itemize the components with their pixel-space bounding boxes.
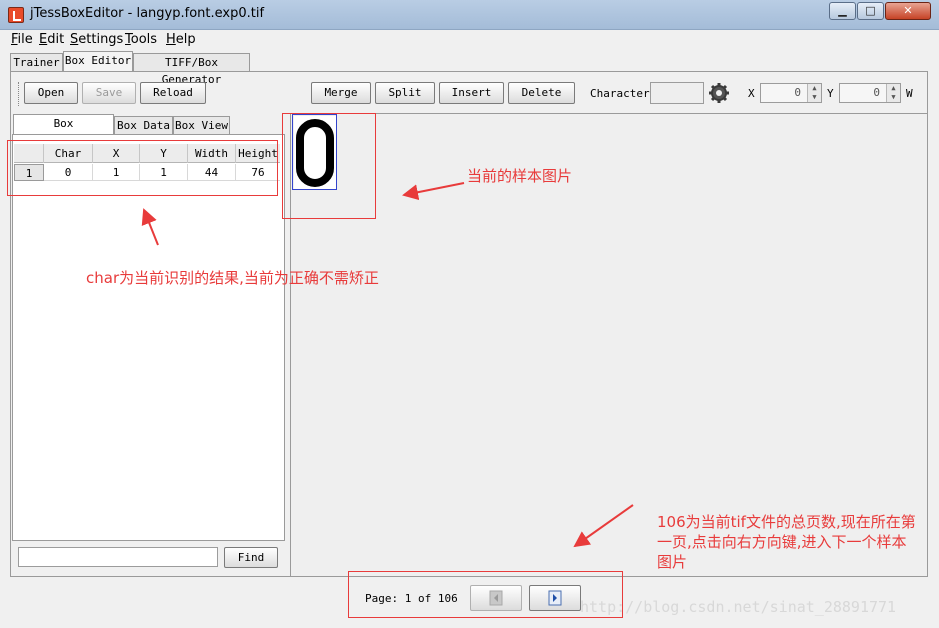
annotation-char-result: char为当前识别的结果,当前为正确不需矫正 [86,269,379,287]
arrow-to-table [141,208,159,246]
annotation-page-line2: 一页,点击向右方向键,进入下一个样本 [657,533,907,551]
annotation-sample-image: 当前的样本图片 [467,167,573,185]
annotation-page-line1: 106为当前tif文件的总页数,现在所在第 [657,513,916,531]
annotation-page-line3: 图片 [657,553,688,571]
arrow-to-pager [573,504,634,548]
arrow-to-image [402,182,465,201]
watermark: http://blog.csdn.net/sinat_28891771 [580,598,897,616]
